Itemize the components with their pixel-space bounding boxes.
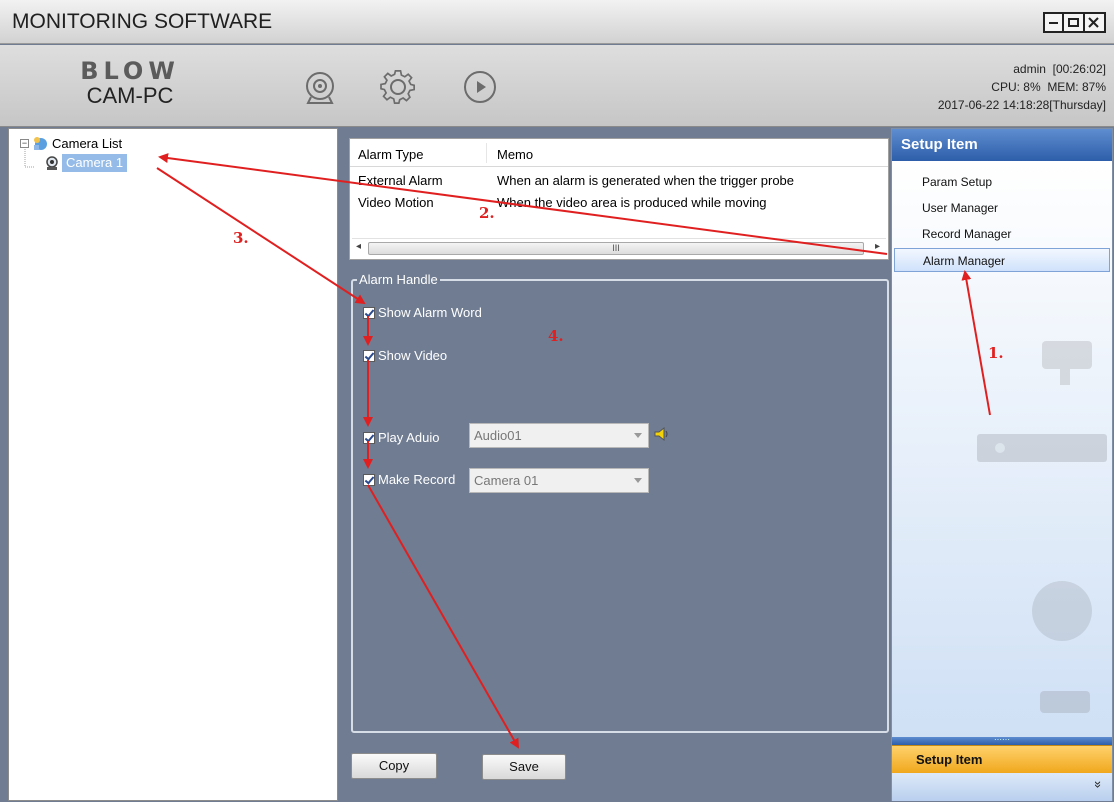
brand-name: CAM-PC — [86, 83, 174, 108]
chevron-down-icon — [634, 433, 642, 438]
close-icon — [1088, 17, 1099, 28]
window-controls — [1043, 12, 1106, 33]
network-icon — [34, 137, 47, 150]
scroll-thumb[interactable]: III — [368, 242, 864, 255]
table-row-external-alarm-memo[interactable]: When an alarm is generated when the trig… — [497, 173, 794, 188]
setup-panel-header: Setup Item — [892, 129, 1112, 161]
audio-select[interactable]: Audio01 — [469, 423, 649, 448]
window-title: MONITORING SOFTWARE — [12, 10, 273, 33]
annotation-step-1: 1. — [988, 344, 1004, 362]
watermark-recorder-icon — [977, 434, 1107, 462]
play-audio-checkbox[interactable] — [363, 431, 375, 444]
panel-splitter-grip[interactable]: ⋯⋯ — [892, 736, 1112, 745]
watermark-dome-icon — [1032, 581, 1092, 641]
setup-item-list: Param Setup User Manager Record Manager … — [892, 161, 1112, 737]
annotation-step-4: 4. — [548, 327, 564, 345]
horizontal-scrollbar[interactable]: ◂ III ▸ — [352, 238, 886, 256]
tree-item-camera-1[interactable]: Camera 1 — [44, 154, 128, 172]
make-record-option[interactable]: Make Record — [363, 472, 455, 487]
play-audio-option[interactable]: Play Aduio — [363, 430, 439, 445]
setup-item-record-manager[interactable]: Record Manager — [894, 222, 1110, 246]
show-alarm-word-checkbox[interactable] — [363, 306, 375, 319]
alarm-handle-legend: Alarm Handle — [357, 272, 440, 287]
annotation-step-3: 3. — [233, 229, 249, 247]
alarm-type-table: Alarm Type Memo External Alarm When an a… — [349, 138, 889, 260]
brand: BLOW CAM-PC — [55, 59, 205, 109]
save-button[interactable]: Save — [482, 754, 566, 780]
show-video-option[interactable]: Show Video — [363, 348, 447, 363]
column-header-alarm-type[interactable]: Alarm Type — [358, 147, 424, 162]
scroll-left-icon[interactable]: ◂ — [356, 241, 361, 252]
system-info: admin [00:26:02] CPU: 8% MEM: 87% 2017-0… — [938, 60, 1106, 114]
column-header-memo[interactable]: Memo — [497, 147, 533, 162]
gear-icon[interactable] — [376, 67, 420, 107]
audio-select-value: Audio01 — [474, 428, 522, 443]
setup-item-user-manager[interactable]: User Manager — [894, 196, 1110, 220]
setup-expand-bar[interactable]: » — [892, 773, 1112, 801]
table-header — [350, 139, 888, 167]
title-bar: MONITORING SOFTWARE — [0, 0, 1114, 44]
setup-item-param-setup[interactable]: Param Setup — [894, 170, 1110, 194]
close-button[interactable] — [1085, 12, 1106, 33]
scroll-right-icon[interactable]: ▸ — [875, 241, 880, 252]
watermark-bullet-camera-icon — [1040, 691, 1090, 713]
memory-usage: MEM: 87% — [1047, 80, 1106, 94]
session-time: [00:26:02] — [1052, 62, 1106, 76]
setup-footer-tab[interactable]: Setup Item — [892, 745, 1112, 773]
minimize-button[interactable] — [1043, 12, 1064, 33]
brand-logo: BLOW — [80, 57, 180, 85]
toolbar: BLOW CAM-PC admin [00:26:02] CPU: 8% MEM… — [0, 45, 1114, 127]
make-record-checkbox[interactable] — [363, 473, 375, 486]
camera-tree-panel: − Camera List Camera 1 — [8, 128, 338, 801]
alarm-handle-group: Alarm Handle Show Alarm Word Show Video … — [351, 272, 889, 733]
camera-1-label: Camera 1 — [62, 154, 128, 172]
copy-button[interactable]: Copy — [351, 753, 437, 779]
setup-item-alarm-manager[interactable]: Alarm Manager — [894, 248, 1110, 272]
show-video-checkbox[interactable] — [363, 349, 375, 362]
record-camera-select-value: Camera 01 — [474, 473, 539, 488]
annotation-step-2: 2. — [479, 204, 495, 222]
tree-root-label: Camera List — [52, 135, 123, 151]
collapse-icon[interactable]: − — [20, 138, 29, 148]
user-name: admin — [1013, 62, 1046, 76]
cpu-usage: CPU: 8% — [991, 80, 1041, 94]
tree-root-camera-list[interactable]: − Camera List — [20, 134, 122, 152]
date-time: 2017-06-22 14:18:28[Thursday] — [937, 98, 1106, 112]
setup-item-panel: Setup Item Param Setup User Manager Reco… — [891, 128, 1113, 801]
show-video-label: Show Video — [378, 348, 448, 363]
show-alarm-word-option[interactable]: Show Alarm Word — [363, 305, 482, 320]
speaker-icon[interactable] — [653, 426, 669, 442]
play-audio-label: Play Aduio — [378, 430, 440, 445]
webcam-icon — [46, 156, 58, 170]
column-divider — [486, 143, 487, 163]
maximize-button[interactable] — [1064, 12, 1085, 33]
chevron-down-icon — [634, 478, 642, 483]
expand-chevron-icon[interactable]: » — [1091, 781, 1106, 788]
make-record-label: Make Record — [378, 472, 456, 487]
record-camera-select[interactable]: Camera 01 — [469, 468, 649, 493]
table-row-external-alarm-type[interactable]: External Alarm — [358, 173, 443, 188]
table-row-video-motion-memo[interactable]: When the video area is produced while mo… — [497, 195, 767, 210]
play-icon[interactable] — [458, 67, 502, 107]
camera-icon[interactable] — [298, 67, 342, 107]
show-alarm-word-label: Show Alarm Word — [378, 305, 482, 320]
watermark-camera-icon — [1042, 341, 1092, 385]
table-row-video-motion-type[interactable]: Video Motion — [358, 195, 434, 210]
